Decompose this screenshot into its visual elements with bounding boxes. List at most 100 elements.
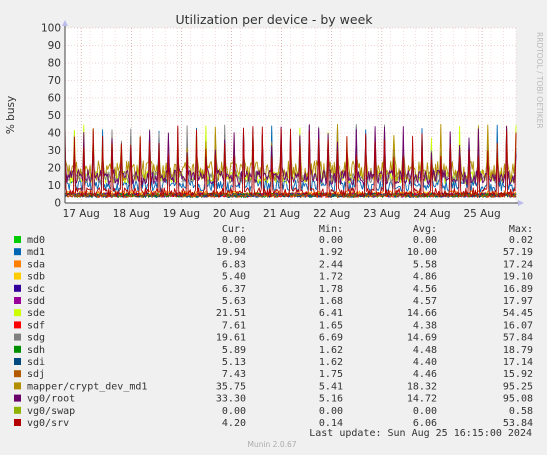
legend-header-max: Max: [509,224,533,235]
legend-name: mapper/crypt_dev_md1 [27,381,147,392]
legend-min: 1.62 [319,345,343,356]
x-tick-label: 20 Aug [213,208,250,220]
legend-name: sde [27,308,45,319]
legend-min: 0.00 [319,406,343,417]
legend-cur: 21.51 [216,308,246,319]
legend-header-min: Min: [319,224,343,235]
legend-max: 16.07 [503,320,533,331]
legend-max: 19.10 [503,272,533,283]
legend-name: sdi [27,357,45,368]
legend-name: md0 [27,235,45,246]
y-tick-label: 10 [48,180,61,192]
watermark: RRDTOOL / TOBI OETIKER [535,32,544,129]
legend-name: vg0/srv [27,418,69,429]
legend-max: 95.08 [503,394,533,405]
legend-row: sdg 19.61 6.69 14.69 57.84 [14,333,533,344]
legend-avg: 0.00 [413,406,437,417]
y-axis-arrow [62,20,68,26]
x-tick-label: 19 Aug [163,208,200,220]
legend-name: md1 [27,247,45,258]
legend-min: 2.44 [319,259,343,270]
legend-swatch [14,382,21,390]
x-tick-label: 21 Aug [263,208,300,220]
legend-max: 54.45 [503,308,533,319]
legend-max: 17.97 [503,296,533,307]
legend-row: sdj 7.43 1.75 4.46 15.92 [14,369,533,380]
legend-swatch [14,406,21,414]
y-tick-label: 100 [41,23,61,35]
legend-cur: 19.94 [216,247,246,258]
legend-swatch [14,297,21,304]
legend-min: 1.65 [319,320,343,331]
legend-name: sdh [27,345,45,356]
legend-swatch [14,284,21,292]
legend-name: sdj [27,369,45,380]
y-tick-label: 20 [48,163,61,175]
legend-name: sdc [27,284,45,295]
y-tick-label: 50 [48,110,61,122]
legend-max: 15.92 [503,369,533,380]
legend-cur: 35.75 [216,381,246,392]
legend-cur: 7.61 [222,320,246,331]
legend-max: 95.25 [503,381,533,392]
legend-name: sda [27,259,45,270]
legend-row: md0 0.00 0.00 0.00 0.02 [14,235,533,246]
y-tick-label: 30 [48,145,61,157]
legend-header-avg: Avg: [413,224,437,235]
y-tick-label: 40 [48,128,61,140]
legend-swatch [14,272,21,280]
legend-cur: 0.00 [222,406,246,417]
y-tick-label: 0 [54,198,61,210]
y-tick-label: 60 [48,93,61,105]
legend-min: 5.41 [319,381,343,392]
legend-swatch [14,260,21,268]
legend-avg: 14.72 [407,394,437,405]
legend-row: mapper/crypt_dev_md1 35.75 5.41 18.32 95.25 [14,381,533,392]
legend-avg: 4.46 [413,369,437,380]
legend-max: 57.84 [503,333,533,344]
legend-name: sdg [27,333,45,344]
chart-title: Utilization per device - by week [175,12,373,27]
legend-cur: 0.00 [222,235,246,246]
legend: md0 0.00 0.00 0.00 0.02 md1 19.94 1.92 10.00 57.1… [14,235,533,429]
legend-name: vg0/root [27,394,75,405]
legend-avg: 14.66 [407,308,437,319]
legend-avg: 18.32 [407,381,437,392]
legend-max: 57.19 [503,247,533,258]
legend-avg: 4.86 [413,272,437,283]
legend-name: sdf [27,320,45,331]
legend-row: sdi 5.13 1.62 4.40 17.14 [14,357,533,368]
legend-avg: 4.56 [413,284,437,295]
legend-min: 6.69 [319,333,343,344]
legend-min: 6.41 [319,308,343,319]
legend-min: 5.16 [319,394,343,405]
x-tick-label: 24 Aug [413,208,450,220]
legend-min: 0.00 [319,235,343,246]
legend-avg: 0.00 [413,235,437,246]
legend-swatch [14,394,21,402]
legend-max: 17.14 [503,357,533,368]
legend-max: 16.89 [503,284,533,295]
legend-swatch [14,309,21,317]
x-ticks: 17 Aug 18 Aug 19 Aug 20 Aug 21 Aug 22 Aug 23 A… [63,208,501,220]
legend-name: sdd [27,296,45,307]
x-tick-label: 18 Aug [113,208,150,220]
legend-row: vg0/swap 0.00 0.00 0.00 0.58 [14,406,533,417]
legend-row: sdb 5.40 1.72 4.86 19.10 [14,272,533,283]
legend-swatch [14,345,21,353]
legend-max: 0.58 [509,406,533,417]
y-tick-label: 90 [48,40,61,52]
legend-cur: 4.20 [222,418,246,429]
y-ticks: 0 10 20 30 40 50 60 70 80 90 100 [41,23,61,210]
legend-row: sde 21.51 6.41 14.66 54.45 [14,308,533,319]
legend-name: sdb [27,272,45,283]
legend-header-cur: Cur: [222,224,246,235]
legend-swatch [14,321,21,329]
legend-min: 1.75 [319,369,343,380]
legend-cur: 5.40 [222,272,246,283]
x-axis-arrow [518,200,524,206]
legend-swatch [14,333,21,341]
legend-cur: 33.30 [216,394,246,405]
last-update: Last update: Sun Aug 25 16:15:00 2024 [309,428,532,439]
legend-row: vg0/root 33.30 5.16 14.72 95.08 [14,394,533,405]
